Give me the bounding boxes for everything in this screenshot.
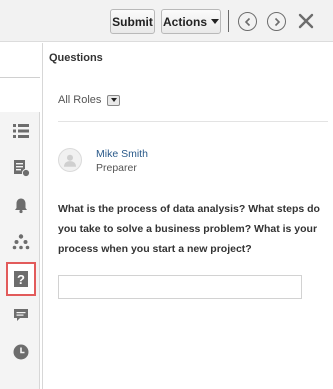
questions-panel: Questions All Roles Mike Smith Preparer … xyxy=(42,43,333,389)
hierarchy-icon[interactable] xyxy=(8,229,34,255)
panel-title: Questions xyxy=(49,52,103,64)
dropdown-arrow-icon[interactable] xyxy=(107,94,121,106)
user-name-link[interactable]: Mike Smith xyxy=(96,148,148,160)
submit-button-label: Submit xyxy=(112,14,153,29)
section-divider xyxy=(58,121,328,122)
answer-input[interactable] xyxy=(58,275,302,299)
clock-icon[interactable] xyxy=(8,339,34,365)
side-icon-rail: ? xyxy=(0,112,40,389)
question-icon[interactable]: ? xyxy=(6,262,36,296)
chevron-left-circle-icon[interactable] xyxy=(238,12,257,31)
background-divider xyxy=(0,77,40,78)
chevron-right-circle-icon[interactable] xyxy=(267,12,286,31)
question-text: What is the process of data analysis? Wh… xyxy=(58,203,320,255)
comment-icon[interactable] xyxy=(8,302,34,328)
roles-filter[interactable]: All Roles xyxy=(58,94,121,106)
avatar xyxy=(58,148,82,172)
top-toolbar: Submit Actions xyxy=(0,0,333,42)
list-icon[interactable] xyxy=(8,118,34,144)
roles-filter-label: All Roles xyxy=(58,94,102,106)
bell-icon[interactable] xyxy=(8,192,34,218)
submit-button[interactable]: Submit xyxy=(110,9,155,34)
app-window: Submit Actions ? Questions All Roles Mik… xyxy=(0,0,333,389)
user-role: Preparer xyxy=(96,162,137,174)
actions-button-label: Actions xyxy=(162,14,207,29)
document-icon[interactable] xyxy=(8,155,34,181)
svg-text:?: ? xyxy=(17,272,25,287)
actions-button[interactable]: Actions xyxy=(161,9,221,34)
toolbar-divider xyxy=(228,10,229,32)
close-icon[interactable] xyxy=(296,11,316,31)
caret-down-icon xyxy=(211,19,219,24)
